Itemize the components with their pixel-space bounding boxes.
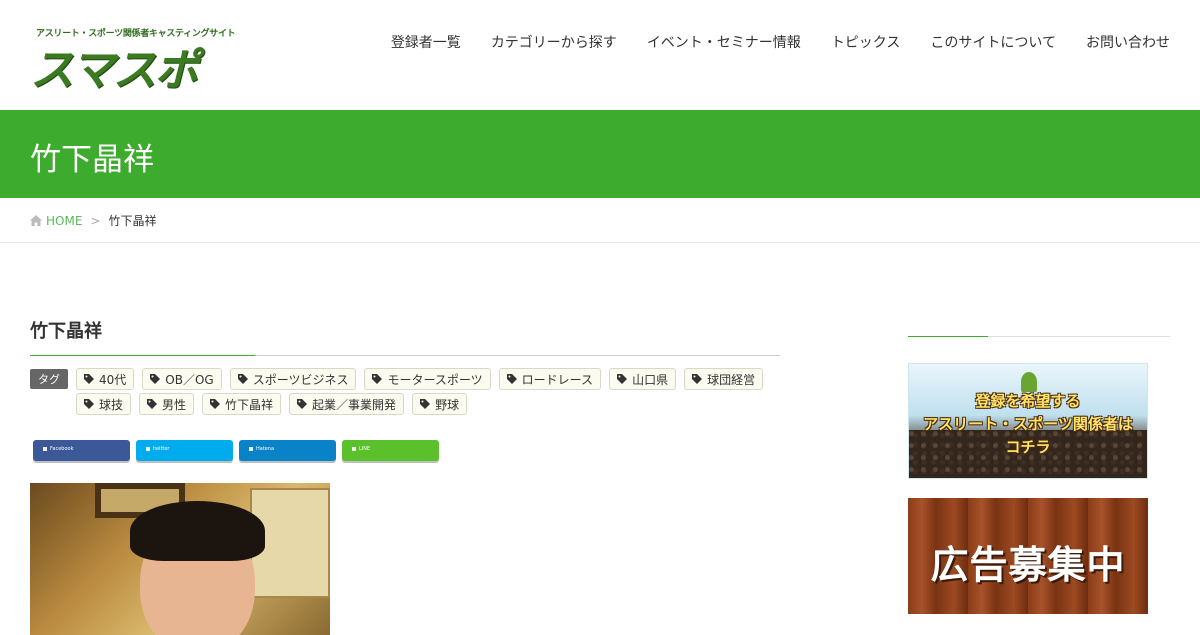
- breadcrumb-divider: [0, 242, 1200, 243]
- tag-item[interactable]: OB／OG: [142, 368, 222, 390]
- register-banner[interactable]: 登録を希望する アスリート・スポーツ関係者は コチラ: [908, 363, 1148, 479]
- tag-label-text: 竹下晶祥: [225, 397, 274, 412]
- share-line-button[interactable]: LINE: [342, 440, 439, 461]
- tag-item[interactable]: 野球: [412, 393, 468, 415]
- tag-item[interactable]: 男性: [139, 393, 195, 415]
- nav-item-about[interactable]: このサイトについて: [930, 32, 1056, 52]
- site-header: アスリート・スポーツ関係者キャスティングサイト スマスポ 登録者一覧 カテゴリー…: [0, 0, 1200, 110]
- tag-label-text: 40代: [99, 372, 127, 387]
- home-icon: [30, 215, 42, 226]
- sidebar: 登録を希望する アスリート・スポーツ関係者は コチラ 広告募集中: [908, 336, 1170, 614]
- tag-item[interactable]: 起業／事業開発: [289, 393, 405, 415]
- tag-label-text: 山口県: [632, 372, 669, 387]
- register-banner-line-2: アスリート・スポーツ関係者は: [923, 415, 1133, 433]
- sprout-icon: [1021, 372, 1037, 392]
- nav-item-categories[interactable]: カテゴリーから探す: [491, 32, 617, 52]
- nav-item-contact[interactable]: お問い合わせ: [1086, 32, 1170, 52]
- tag-label-text: 野球: [435, 397, 460, 412]
- tag-label-text: 球団経営: [707, 372, 756, 387]
- page-title-band: 竹下晶祥: [0, 110, 1200, 198]
- global-nav: 登録者一覧 カテゴリーから探す イベント・セミナー情報 トピックス このサイトに…: [391, 32, 1170, 52]
- share-facebook-button[interactable]: Facebook: [33, 440, 130, 461]
- main-content: 竹下晶祥 タグ 40代 OB／OG スポーツビジネス モータースポーツ ロードレース 山口…: [30, 300, 780, 635]
- tag-label-text: スポーツビジネス: [252, 372, 349, 387]
- tag-icon: [237, 374, 248, 384]
- tag-section: タグ 40代 OB／OG スポーツビジネス モータースポーツ ロードレース 山口県 球団経営…: [30, 368, 780, 415]
- facebook-icon: [43, 447, 47, 451]
- tag-icon: [617, 374, 628, 384]
- breadcrumb-current: 竹下晶祥: [108, 214, 157, 228]
- tag-item[interactable]: モータースポーツ: [364, 368, 491, 390]
- tag-label-text: ロードレース: [521, 372, 594, 387]
- share-twitter-button[interactable]: twitter: [136, 440, 233, 461]
- photo-hair: [130, 501, 265, 561]
- tag-icon: [372, 374, 383, 384]
- nav-item-registrants[interactable]: 登録者一覧: [391, 32, 461, 52]
- tag-label-text: 起業／事業開発: [312, 397, 397, 412]
- breadcrumb-separator: >: [90, 213, 101, 228]
- tag-item[interactable]: ロードレース: [498, 368, 602, 390]
- share-line-label: LINE: [359, 446, 371, 452]
- tag-icon: [84, 374, 94, 384]
- tag-label-text: 男性: [162, 397, 187, 412]
- register-banner-line-1: 登録を希望する: [975, 392, 1081, 410]
- ad-banner-text: 広告募集中: [930, 542, 1126, 587]
- twitter-icon: [146, 447, 150, 451]
- tag-label: タグ: [30, 369, 68, 389]
- tag-item[interactable]: 40代: [76, 368, 135, 390]
- share-twitter-label: twitter: [153, 446, 170, 452]
- register-banner-text: 登録を希望する アスリート・スポーツ関係者は コチラ: [909, 390, 1147, 459]
- line-icon: [352, 447, 356, 451]
- tag-label-text: 球技: [99, 397, 124, 412]
- hatena-icon: [249, 447, 253, 451]
- tag-list: 40代 OB／OG スポーツビジネス モータースポーツ ロードレース 山口県 球団経営球技 男…: [76, 368, 780, 415]
- tag-item[interactable]: 山口県: [609, 368, 677, 390]
- breadcrumb-home[interactable]: HOME: [30, 214, 82, 228]
- nav-item-topics[interactable]: トピックス: [831, 32, 901, 52]
- tag-icon: [147, 399, 158, 409]
- sidebar-heading-line: [908, 336, 1170, 337]
- tag-icon: [692, 374, 703, 384]
- tag-item[interactable]: 竹下晶祥: [202, 393, 282, 415]
- tag-label-text: OB／OG: [165, 372, 214, 387]
- ad-banner[interactable]: 広告募集中: [908, 498, 1148, 614]
- nav-item-events[interactable]: イベント・セミナー情報: [647, 32, 801, 52]
- tag-item[interactable]: 球団経営: [684, 368, 764, 390]
- logo-text: スマスポ: [30, 45, 199, 96]
- tag-icon: [84, 399, 94, 409]
- post-title: 竹下晶祥: [30, 317, 780, 356]
- tag-icon: [506, 374, 517, 384]
- breadcrumb: HOME > 竹下晶祥: [30, 212, 156, 229]
- profile-photo: [30, 483, 330, 635]
- tag-icon: [297, 399, 308, 409]
- share-hatena-button[interactable]: Hatena: [239, 440, 336, 461]
- site-logo[interactable]: アスリート・スポーツ関係者キャスティングサイト スマスポ: [30, 26, 236, 96]
- tag-item[interactable]: 球技: [76, 393, 132, 415]
- breadcrumb-home-label: HOME: [46, 213, 83, 228]
- share-buttons: Facebook twitter Hatena LINE: [33, 440, 780, 461]
- share-facebook-label: Facebook: [50, 446, 74, 452]
- tag-label-text: モータースポーツ: [387, 372, 483, 387]
- page-title: 竹下晶祥: [30, 142, 154, 178]
- tag-icon: [420, 399, 431, 409]
- tag-item[interactable]: スポーツビジネス: [229, 368, 357, 390]
- share-hatena-label: Hatena: [256, 446, 275, 452]
- tag-icon: [150, 374, 161, 384]
- register-banner-line-3: コチラ: [1005, 438, 1051, 456]
- tag-icon: [210, 399, 221, 409]
